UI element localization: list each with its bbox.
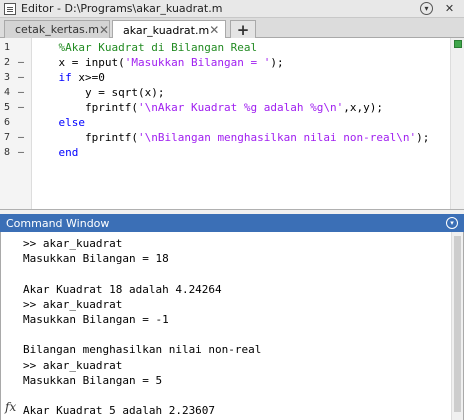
- code-token-kw: if: [58, 71, 72, 84]
- command-window-title: Command Window: [6, 216, 110, 230]
- line-number: 7: [4, 132, 11, 143]
- editor-icon: [4, 2, 16, 15]
- code-token: );: [270, 56, 284, 69]
- line-number: 4: [4, 87, 11, 98]
- line-number: 6: [4, 117, 11, 128]
- code-token: fprintf(: [32, 101, 138, 114]
- code-token-str: '\nBilangan menghasilkan nilai non-real\…: [137, 131, 417, 144]
- code-analyzer-status-icon[interactable]: [454, 40, 462, 48]
- code-line[interactable]: if x>=0: [32, 70, 105, 85]
- editor-title: Editor - D:\Programs\akar_kuadrat.m: [21, 2, 223, 15]
- command-window-title-bar: Command Window ▾: [0, 214, 464, 232]
- options-icon[interactable]: ▾: [420, 2, 433, 15]
- breakpoint-marker[interactable]: –: [18, 100, 24, 115]
- scrollbar-thumb[interactable]: [454, 236, 461, 412]
- code-token-str: 'Masukkan Bilangan = ': [124, 56, 271, 69]
- add-tab-button[interactable]: +: [230, 20, 256, 39]
- code-token: ,x,y);: [343, 101, 384, 114]
- editor-title-bar: Editor - D:\Programs\akar_kuadrat.m ▾ ✕: [0, 0, 464, 18]
- code-token-kw: else: [58, 116, 86, 129]
- code-token: x = input(: [32, 56, 125, 69]
- breakpoint-marker[interactable]: –: [18, 85, 24, 100]
- command-window[interactable]: fx >> akar_kuadrat Masukkan Bilangan = 18…: [0, 232, 464, 420]
- command-output-line: Masukkan Bilangan = 18: [23, 252, 169, 266]
- code-token: fprintf(: [32, 131, 138, 144]
- line-number: 5: [4, 102, 11, 113]
- command-output-line: Akar Kuadrat 18 adalah 4.24264: [23, 282, 222, 296]
- code-line[interactable]: fprintf('\nBilangan menghasilkan nilai n…: [32, 130, 429, 145]
- code-line[interactable]: y = sqrt(x);: [32, 85, 164, 100]
- code-line[interactable]: else: [32, 115, 86, 130]
- close-tab-icon[interactable]: ✕: [99, 23, 109, 37]
- code-line[interactable]: end: [32, 145, 79, 160]
- tab-label: cetak_kertas.m: [15, 23, 100, 36]
- close-tab-icon[interactable]: ✕: [209, 23, 219, 37]
- code-line[interactable]: fprintf('\nAkar Kuadrat %g adalah %g\n',…: [32, 100, 383, 115]
- line-number: 3: [4, 72, 11, 83]
- tab-label: akar_kuadrat.m: [123, 23, 210, 37]
- command-output-line: Masukkan Bilangan = 5: [23, 373, 163, 387]
- function-browser-icon[interactable]: fx: [5, 400, 16, 414]
- command-output-line: Masukkan Bilangan = -1: [23, 313, 169, 326]
- code-token-kw: end: [58, 146, 79, 159]
- line-number: 8: [4, 147, 11, 158]
- line-number: 2: [4, 57, 11, 68]
- code-line[interactable]: %Akar Kuadrat di Bilangan Real: [32, 40, 258, 55]
- line-number-gutter: 1 2–3–4–5–6 7–8–: [0, 38, 32, 209]
- tab-bar: cetak_kertas.m ✕ akar_kuadrat.m ✕ +: [0, 18, 464, 39]
- command-output-line: Akar Kuadrat 5 adalah 2.23607: [23, 404, 216, 418]
- code-line[interactable]: x = input('Masukkan Bilangan = ');: [32, 55, 284, 70]
- command-prompt-line: >> akar_kuadrat: [23, 237, 123, 250]
- command-window-menu-icon[interactable]: ▾: [446, 217, 458, 229]
- command-prompt-line: >> akar_kuadrat: [23, 297, 123, 311]
- code-area[interactable]: %Akar Kuadrat di Bilangan Real x = input…: [32, 38, 450, 209]
- editor-scrollbar[interactable]: [450, 38, 464, 209]
- line-number: 1: [4, 42, 11, 53]
- command-output-line: Bilangan menghasilkan nilai non-real: [23, 343, 262, 357]
- breakpoint-marker[interactable]: –: [18, 70, 24, 85]
- breakpoint-marker[interactable]: –: [18, 145, 24, 160]
- breakpoint-marker[interactable]: –: [18, 55, 24, 70]
- code-token: y = sqrt(x);: [32, 86, 165, 99]
- code-token: x>=0: [71, 71, 105, 84]
- code-token-cmt: %Akar Kuadrat di Bilangan Real: [58, 41, 258, 54]
- code-token-str: '\nAkar Kuadrat %g adalah %g\n': [137, 101, 344, 114]
- tab-cetak-kertas[interactable]: cetak_kertas.m ✕: [4, 20, 110, 38]
- command-window-scrollbar[interactable]: [451, 232, 463, 420]
- close-icon[interactable]: ✕: [443, 2, 456, 15]
- breakpoint-marker[interactable]: –: [18, 130, 24, 145]
- tab-akar-kuadrat[interactable]: akar_kuadrat.m ✕: [112, 20, 226, 39]
- command-prompt-line: >> akar_kuadrat: [23, 358, 123, 372]
- code-editor[interactable]: 1 2–3–4–5–6 7–8– %Akar Kuadrat di Bilangan…: [0, 38, 464, 210]
- code-token: );: [416, 131, 430, 144]
